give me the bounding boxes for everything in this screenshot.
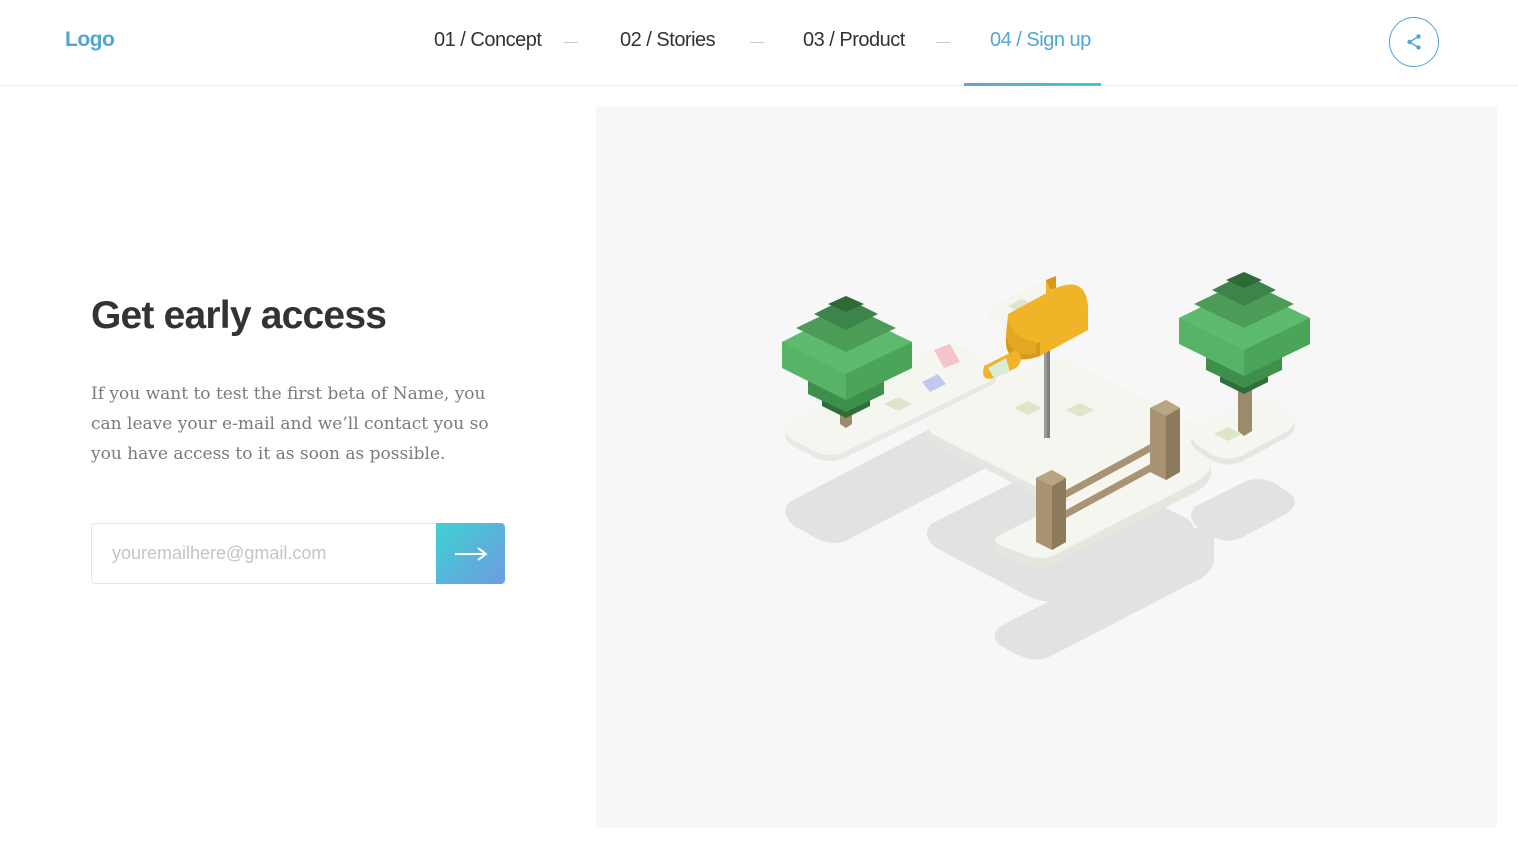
- active-nav-underline: [964, 83, 1101, 86]
- nav-item-product[interactable]: 03 / Product: [803, 29, 905, 52]
- signup-description: If you want to test the first beta of Na…: [91, 384, 489, 464]
- isometric-scene: [782, 272, 1310, 660]
- nav-item-stories[interactable]: 02 / Stories: [620, 29, 716, 52]
- nav-item-concept[interactable]: 01 / Concept: [434, 29, 542, 52]
- step-navigation: 01 / Concept 02 / Stories 03 / Product 0…: [0, 0, 1518, 86]
- share-icon: [1405, 33, 1423, 51]
- arrow-right-icon: [454, 546, 488, 561]
- submit-button[interactable]: [436, 523, 505, 584]
- signup-form: [91, 523, 505, 584]
- nav-separator: [750, 42, 764, 43]
- share-button[interactable]: [1389, 17, 1439, 67]
- top-header: Logo 01 / Concept 02 / Stories 03 / Prod…: [0, 0, 1518, 86]
- mailbox-illustration: [596, 106, 1497, 828]
- page-title: Get early access: [91, 294, 387, 337]
- nav-separator: [564, 42, 578, 43]
- email-field[interactable]: [91, 523, 437, 584]
- nav-separator: [936, 42, 950, 43]
- nav-item-sign-up[interactable]: 04 / Sign up: [990, 29, 1091, 52]
- right-tree: [1179, 272, 1310, 436]
